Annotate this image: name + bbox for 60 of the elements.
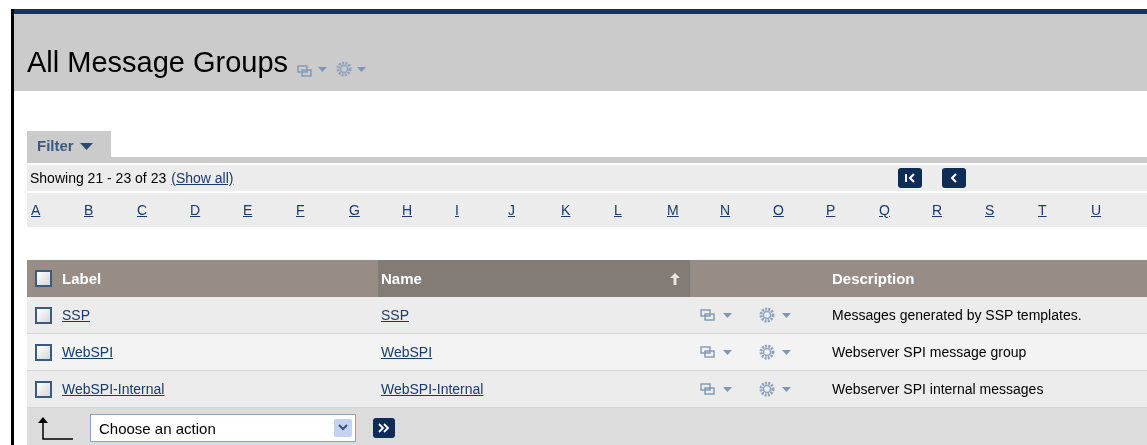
letter-link[interactable]: R <box>932 202 985 218</box>
row-checkbox[interactable] <box>35 380 52 398</box>
column-header[interactable]: Name <box>378 260 690 297</box>
letter-link[interactable]: N <box>720 202 773 218</box>
letter-link[interactable]: F <box>296 202 349 218</box>
letter-link[interactable]: D <box>190 202 243 218</box>
description-text: Webserver SPI message group <box>832 344 1027 360</box>
letter-link[interactable]: U <box>1091 202 1144 218</box>
row-checkbox[interactable] <box>35 343 52 361</box>
letter-link[interactable]: G <box>349 202 402 218</box>
letter-link[interactable]: S <box>985 202 1038 218</box>
letter-link[interactable]: T <box>1038 202 1091 218</box>
letter-link[interactable]: P <box>826 202 879 218</box>
row-checkbox[interactable] <box>35 306 52 324</box>
letter-link[interactable]: J <box>508 202 561 218</box>
caret-icon[interactable] <box>723 349 732 355</box>
description-text: Messages generated by SSP templates. <box>832 307 1082 323</box>
caret-icon[interactable] <box>782 312 791 318</box>
first-page-icon[interactable] <box>898 168 923 188</box>
letter-link[interactable]: C <box>137 202 190 218</box>
go-icon[interactable] <box>373 418 395 438</box>
letter-link[interactable]: M <box>667 202 720 218</box>
caret-icon[interactable] <box>79 142 93 150</box>
caret-icon[interactable] <box>782 349 791 355</box>
windows-icon[interactable] <box>700 346 716 358</box>
filter-tab[interactable]: Filter <box>27 131 111 157</box>
caret-icon[interactable] <box>723 386 732 392</box>
description-text: Webserver SPI internal messages <box>832 381 1044 397</box>
action-dropdown[interactable]: Choose an action <box>90 414 356 442</box>
letter-link[interactable]: Q <box>879 202 932 218</box>
label-link[interactable]: SSP <box>62 307 90 323</box>
letter-link[interactable]: A <box>31 202 84 218</box>
letter-link[interactable]: E <box>243 202 296 218</box>
letter-link[interactable]: B <box>84 202 137 218</box>
previous-page-icon[interactable] <box>942 168 967 188</box>
caret-icon[interactable] <box>723 312 732 318</box>
gear-icon[interactable] <box>759 344 775 360</box>
sort-ascending-icon[interactable] <box>670 272 680 285</box>
letter-link[interactable]: O <box>773 202 826 218</box>
windows-icon[interactable] <box>700 309 716 321</box>
gear-icon[interactable] <box>759 307 775 323</box>
name-link[interactable]: SSP <box>381 307 409 323</box>
letter-link[interactable]: L <box>614 202 667 218</box>
letter-link[interactable]: K <box>561 202 614 218</box>
label-link[interactable]: WebSPI-Internal <box>62 381 165 397</box>
select-all-checkbox[interactable] <box>35 270 52 287</box>
name-link[interactable]: WebSPI-Internal <box>381 381 484 397</box>
caret-icon[interactable] <box>782 386 791 392</box>
letter-link[interactable]: I <box>455 202 508 218</box>
windows-icon[interactable] <box>297 65 314 77</box>
gear-icon[interactable] <box>336 61 353 77</box>
show-all-link[interactable]: (Show all) <box>171 170 234 186</box>
letter-link[interactable]: H <box>402 202 455 218</box>
windows-icon[interactable] <box>700 383 716 395</box>
gear-icon[interactable] <box>759 381 775 397</box>
page-title: All Message Groups <box>27 48 289 77</box>
label-link[interactable]: WebSPI <box>62 344 114 360</box>
result-count: Showing 21 - 23 of 23 <box>30 170 167 186</box>
arrow-up-icon <box>37 415 73 441</box>
name-link[interactable]: WebSPI <box>381 344 433 360</box>
